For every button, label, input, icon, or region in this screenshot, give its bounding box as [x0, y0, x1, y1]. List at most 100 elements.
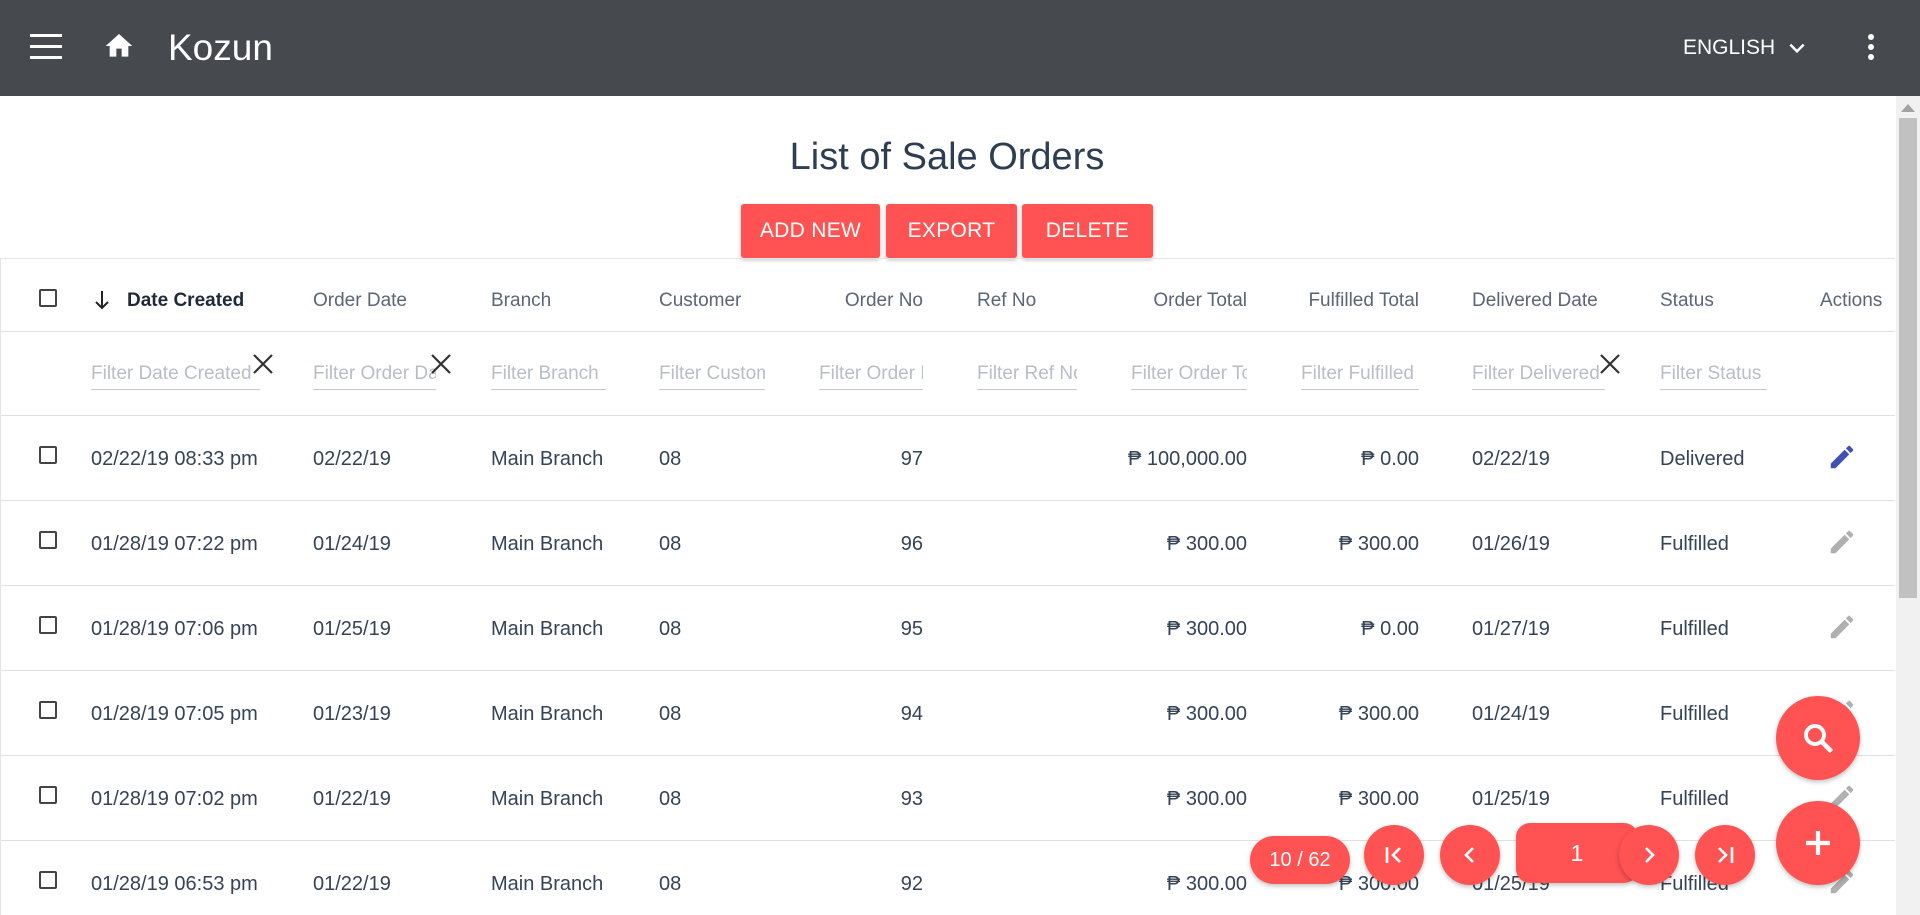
- cell-customer: 08: [659, 448, 682, 470]
- cell-order-date: 01/23/19: [313, 703, 391, 725]
- cell-delivered-date: 02/22/19: [1472, 448, 1550, 470]
- column-date-created[interactable]: Date Created: [127, 289, 244, 313]
- last-page-icon: [1718, 847, 1734, 863]
- cell-order-no: 93: [900, 788, 923, 810]
- cell-status: Fulfilled: [1660, 618, 1729, 640]
- row-checkbox[interactable]: [39, 446, 57, 464]
- cell-date-created: 01/28/19 07:06 pm: [91, 618, 258, 640]
- add-new-button[interactable]: ADD NEW: [741, 204, 880, 258]
- cell-order-date: 01/22/19: [313, 788, 391, 810]
- cell-date-created: 01/28/19 07:22 pm: [91, 533, 258, 555]
- page-info: 10 / 62: [1250, 836, 1350, 884]
- table-row[interactable]: 01/28/19 07:05 pm 01/23/19 Main Branch 08 94…: [1, 671, 1895, 756]
- cell-order-no: 92: [900, 873, 923, 895]
- close-icon[interactable]: [1597, 351, 1623, 377]
- column-ref-no[interactable]: Ref No: [977, 289, 1036, 313]
- cell-customer: 08: [659, 873, 682, 895]
- sale-orders-table: Date Created Order Date Branch Customer …: [0, 258, 1895, 915]
- search-fab[interactable]: [1776, 696, 1860, 780]
- filter-row: [1, 331, 1895, 416]
- filter-delivered-date-input[interactable]: [1472, 359, 1605, 390]
- cell-order-no: 94: [900, 703, 923, 725]
- column-customer[interactable]: Customer: [659, 289, 741, 313]
- column-status[interactable]: Status: [1660, 289, 1714, 313]
- filter-ref-no-input[interactable]: [977, 359, 1077, 390]
- column-order-no[interactable]: Order No: [811, 289, 923, 313]
- filter-status-input[interactable]: [1660, 359, 1767, 390]
- cell-order-total: ₱ 300.00: [1166, 703, 1247, 725]
- table-row[interactable]: 02/22/19 08:33 pm 02/22/19 Main Branch 08 97…: [1, 416, 1895, 501]
- cell-fulfilled-total: ₱ 0.00: [1361, 448, 1419, 470]
- row-checkbox[interactable]: [39, 616, 57, 634]
- cell-status: Delivered: [1660, 448, 1745, 470]
- chevron-left-icon: [1464, 847, 1474, 863]
- column-order-total[interactable]: Order Total: [1111, 289, 1247, 313]
- first-page-icon: [1385, 847, 1401, 863]
- column-order-date[interactable]: Order Date: [313, 289, 407, 313]
- filter-branch-input[interactable]: [491, 359, 606, 390]
- cell-delivered-date: 01/26/19: [1472, 533, 1550, 555]
- row-checkbox[interactable]: [39, 531, 57, 549]
- column-branch[interactable]: Branch: [491, 289, 551, 313]
- search-icon: [1804, 724, 1834, 754]
- cell-fulfilled-total: ₱ 300.00: [1338, 703, 1419, 725]
- close-icon[interactable]: [428, 351, 454, 377]
- previous-page-button[interactable]: [1440, 825, 1500, 885]
- cell-order-total: ₱ 100,000.00: [1128, 448, 1247, 470]
- delete-button[interactable]: DELETE: [1022, 204, 1153, 258]
- cell-branch: Main Branch: [491, 448, 604, 470]
- select-all-checkbox[interactable]: [39, 289, 57, 307]
- first-page-button[interactable]: [1364, 825, 1424, 885]
- scroll-up-arrow[interactable]: [1901, 104, 1915, 112]
- filter-order-total-input[interactable]: [1131, 359, 1247, 390]
- page-title: List of Sale Orders: [789, 136, 1105, 178]
- next-page-button[interactable]: [1619, 825, 1679, 885]
- cell-order-no: 95: [900, 618, 923, 640]
- add-fab[interactable]: [1776, 801, 1860, 885]
- row-checkbox[interactable]: [39, 786, 57, 804]
- filter-customer-input[interactable]: [659, 359, 765, 390]
- cell-order-date: 02/22/19: [313, 448, 391, 470]
- last-page-button[interactable]: [1695, 825, 1755, 885]
- table-row[interactable]: 01/28/19 07:22 pm 01/24/19 Main Branch 08 96…: [1, 501, 1895, 586]
- more-vert-icon[interactable]: [1864, 34, 1878, 64]
- pencil-icon[interactable]: [1827, 612, 1857, 642]
- cell-branch: Main Branch: [491, 873, 604, 895]
- cell-order-date: 01/22/19: [313, 873, 391, 895]
- menu-icon[interactable]: [30, 34, 62, 60]
- plus-icon: [1806, 831, 1830, 855]
- language-select[interactable]: ENGLISH: [1683, 34, 1775, 62]
- filter-fulfilled-total-input[interactable]: [1301, 359, 1419, 390]
- cell-order-no: 97: [900, 448, 923, 470]
- cell-fulfilled-total: ₱ 300.00: [1338, 533, 1419, 555]
- column-fulfilled-total[interactable]: Fulfilled Total: [1271, 289, 1419, 313]
- column-delivered-date[interactable]: Delivered Date: [1472, 289, 1598, 313]
- cell-date-created: 02/22/19 08:33 pm: [91, 448, 258, 470]
- pencil-icon[interactable]: [1827, 442, 1857, 472]
- cell-date-created: 01/28/19 07:02 pm: [91, 788, 258, 810]
- chevron-right-icon: [1645, 847, 1655, 863]
- cell-order-date: 01/25/19: [313, 618, 391, 640]
- cell-order-no: 96: [900, 533, 923, 555]
- scrollbar-thumb[interactable]: [1899, 118, 1917, 598]
- filter-order-no-input[interactable]: [819, 359, 923, 390]
- table-header-row: Date Created Order Date Branch Customer …: [1, 258, 1895, 332]
- chevron-down-icon[interactable]: [1786, 38, 1808, 58]
- export-button[interactable]: EXPORT: [886, 204, 1017, 258]
- row-checkbox[interactable]: [39, 871, 57, 889]
- pencil-icon[interactable]: [1827, 527, 1857, 557]
- filter-date-created-input[interactable]: [91, 359, 260, 390]
- app-title: Kozun: [168, 27, 273, 68]
- close-icon[interactable]: [250, 351, 276, 377]
- cell-branch: Main Branch: [491, 788, 604, 810]
- cell-order-total: ₱ 300.00: [1166, 533, 1247, 555]
- cell-status: Fulfilled: [1660, 788, 1729, 810]
- home-icon[interactable]: [102, 30, 136, 62]
- filter-order-date-input[interactable]: [313, 359, 436, 390]
- cell-fulfilled-total: ₱ 300.00: [1338, 788, 1419, 810]
- row-checkbox[interactable]: [39, 701, 57, 719]
- table-row[interactable]: 01/28/19 07:06 pm 01/25/19 Main Branch 08 95…: [1, 586, 1895, 671]
- cell-order-total: ₱ 300.00: [1166, 788, 1247, 810]
- app-bar: Kozun ENGLISH: [0, 0, 1920, 96]
- arrow-down-icon[interactable]: [93, 289, 111, 311]
